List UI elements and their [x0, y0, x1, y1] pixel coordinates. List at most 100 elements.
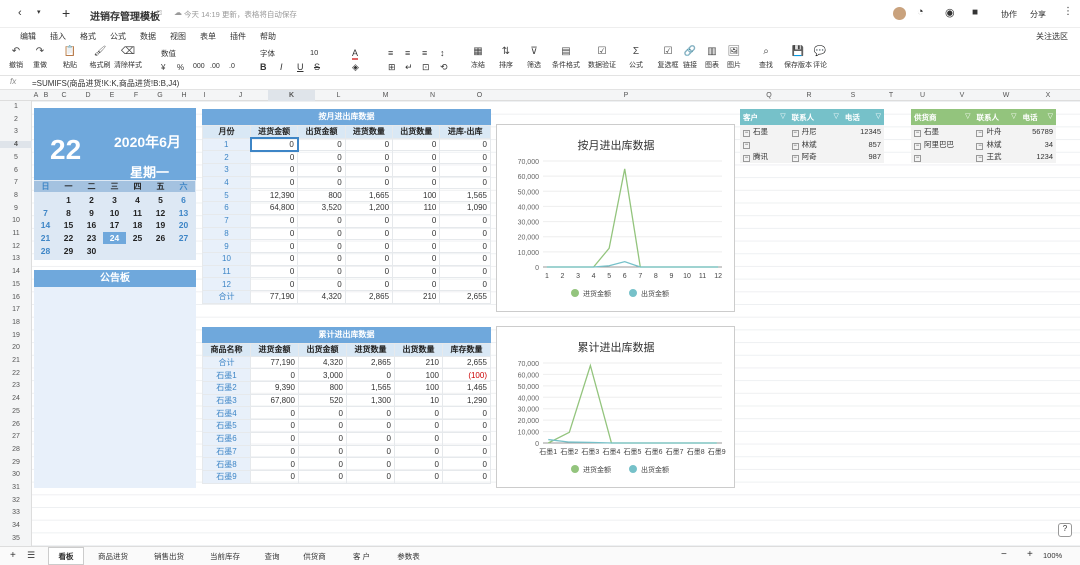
menu-data[interactable]: 数据 — [140, 31, 156, 42]
table-cell[interactable]: 0 — [392, 150, 441, 165]
calendar-date[interactable]: 10 — [103, 207, 126, 219]
sheet-tab[interactable]: 查询 — [254, 551, 290, 562]
table-cell[interactable]: 0 — [297, 239, 346, 253]
table-cell[interactable]: 0 — [344, 251, 394, 266]
collab-button[interactable]: 协作 — [1001, 9, 1017, 20]
column-header-cell[interactable]: 供货商 ▽ — [911, 109, 974, 125]
table-cell[interactable]: 3,000 — [298, 368, 347, 383]
table-cell[interactable]: 石墨8 — [202, 457, 251, 471]
suppliers-table[interactable]: 供货商 ▽ 联系人 ▽ 电话 ▽ − 石墨 − 叶舟 56789− 阿里巴巴 − 林斌 34− − 王武 1234 — [911, 109, 1056, 164]
align-left-icon[interactable]: ≡ — [388, 48, 393, 58]
calendar-date[interactable]: 4 — [126, 194, 149, 206]
table-cell[interactable]: 1,565 — [346, 381, 395, 395]
row-header[interactable]: 28 — [0, 446, 32, 453]
table-cell[interactable]: (100) — [442, 368, 491, 383]
table-cell[interactable]: 0 — [297, 150, 346, 165]
collapse-icon[interactable]: − — [914, 142, 921, 150]
table-cell[interactable]: 0 — [442, 469, 491, 484]
table-cell[interactable]: − 阿里巴巴 — [911, 138, 973, 151]
table-row[interactable]: 石墨9 0 0 0 0 0 — [202, 469, 491, 484]
table-cell[interactable]: 0 — [346, 457, 395, 471]
calendar-date[interactable] — [34, 194, 57, 206]
table-cell[interactable]: 1,090 — [439, 201, 491, 215]
row-header[interactable]: 6 — [0, 167, 32, 174]
filter-icon[interactable]: ▽ — [833, 112, 838, 120]
table-cell[interactable]: 0 — [394, 406, 443, 421]
row-header[interactable]: 34 — [0, 522, 32, 529]
zoom-value[interactable]: 100% — [1043, 551, 1062, 560]
avatar[interactable] — [893, 7, 906, 20]
table-cell[interactable]: 0 — [346, 406, 395, 421]
table-cell[interactable]: 0 — [344, 226, 394, 241]
table-cell[interactable]: 0 — [297, 226, 346, 241]
table-row[interactable]: 800000 — [202, 226, 491, 241]
table-row[interactable]: − − 王武 1234 — [911, 150, 1056, 164]
row-header[interactable]: 3 — [0, 128, 32, 135]
table-cell[interactable]: 0 — [250, 368, 299, 383]
table-cell[interactable]: 8 — [202, 226, 251, 241]
bold-icon[interactable]: B — [260, 62, 267, 72]
zoom-out-icon[interactable]: − — [1001, 549, 1007, 560]
calendar-date[interactable]: 29 — [57, 245, 80, 257]
table-cell[interactable]: 4,320 — [298, 355, 347, 370]
table-cell[interactable]: − — [911, 150, 973, 163]
new-icon[interactable]: + — [62, 5, 70, 21]
row-header[interactable]: 16 — [0, 294, 32, 301]
row-header[interactable]: 29 — [0, 459, 32, 466]
table-cell[interactable]: 11 — [202, 264, 251, 279]
table-cell[interactable]: − 石墨 — [740, 125, 789, 138]
table-cell[interactable]: 3,520 — [297, 201, 346, 215]
row-header[interactable]: 18 — [0, 319, 32, 326]
monthly-table[interactable]: 月份 进货金额 出货金额 进货数量 出货数量 进库-出库 1 0 0 0 0 0 2 0 0 0 0 0 3 0 0 0 0… — [202, 125, 491, 304]
table-cell[interactable]: − 王武 — [973, 150, 1019, 163]
calendar-date[interactable]: 25 — [126, 232, 149, 244]
table-cell[interactable]: 0 — [298, 419, 347, 433]
menu-edit[interactable]: 编辑 — [20, 31, 36, 42]
decimal-decrease-button[interactable]: .0 — [229, 63, 235, 70]
menu-form[interactable]: 表单 — [200, 31, 216, 42]
cumulative-chart[interactable]: 累计进出库数据 0 10,000 20,000 30,000 40,000 50,000 60… — [496, 326, 735, 488]
table-cell[interactable]: 0 — [442, 457, 491, 471]
table-cell[interactable]: 1,300 — [346, 393, 395, 408]
table-cell[interactable]: 0 — [250, 419, 299, 433]
strike-icon[interactable]: S — [314, 62, 320, 72]
column-header[interactable]: R — [789, 90, 829, 101]
table-cell[interactable]: 0 — [346, 444, 395, 459]
图表-button[interactable]: ▥ 图表 — [700, 46, 724, 70]
row-header[interactable]: 21 — [0, 357, 32, 364]
table-cell[interactable]: 1,665 — [344, 188, 394, 203]
table-cell[interactable]: 0 — [392, 213, 441, 228]
font-family-select[interactable]: 字体 — [260, 48, 275, 59]
table-cell[interactable]: 77,190 — [249, 289, 299, 304]
table-cell[interactable]: − 腾讯 — [740, 150, 789, 163]
table-cell[interactable]: 1,200 — [344, 201, 394, 215]
table-cell[interactable]: 0 — [249, 226, 299, 241]
table-cell[interactable]: 0 — [392, 264, 441, 279]
filter-icon[interactable]: ▽ — [780, 112, 785, 120]
table-row[interactable]: 12 0 0 0 0 0 — [202, 277, 491, 291]
table-cell[interactable]: 0 — [439, 175, 491, 190]
sheet-tab[interactable]: 参数表 — [386, 551, 431, 562]
calendar-date[interactable]: 16 — [80, 219, 103, 231]
row-header[interactable]: 8 — [0, 192, 32, 199]
table-cell[interactable]: 0 — [346, 431, 395, 446]
table-cell[interactable]: 4 — [202, 175, 251, 190]
table-cell[interactable]: 0 — [298, 444, 347, 459]
valign-icon[interactable]: ↕ — [440, 48, 445, 58]
column-header[interactable]: O — [456, 90, 503, 101]
currency-button[interactable]: ¥ — [161, 63, 165, 72]
table-cell[interactable]: 0 — [392, 239, 441, 253]
present-icon[interactable]: ◉ — [945, 6, 955, 19]
table-cell[interactable]: 0 — [394, 419, 443, 433]
row-header[interactable]: 22 — [0, 370, 32, 377]
row-header[interactable]: 15 — [0, 281, 32, 288]
column-header[interactable]: S — [829, 90, 877, 101]
table-cell[interactable]: 0 — [346, 469, 395, 484]
sheet-tab[interactable]: 看板 — [48, 547, 84, 565]
清除样式-button[interactable]: ⌫ 清除样式 — [112, 46, 144, 70]
table-cell[interactable]: 0 — [439, 137, 491, 152]
collapse-icon[interactable]: − — [976, 155, 984, 163]
align-right-icon[interactable]: ≡ — [422, 48, 427, 58]
collapse-icon[interactable]: − — [976, 129, 984, 137]
calendar-date[interactable]: 9 — [80, 207, 103, 219]
